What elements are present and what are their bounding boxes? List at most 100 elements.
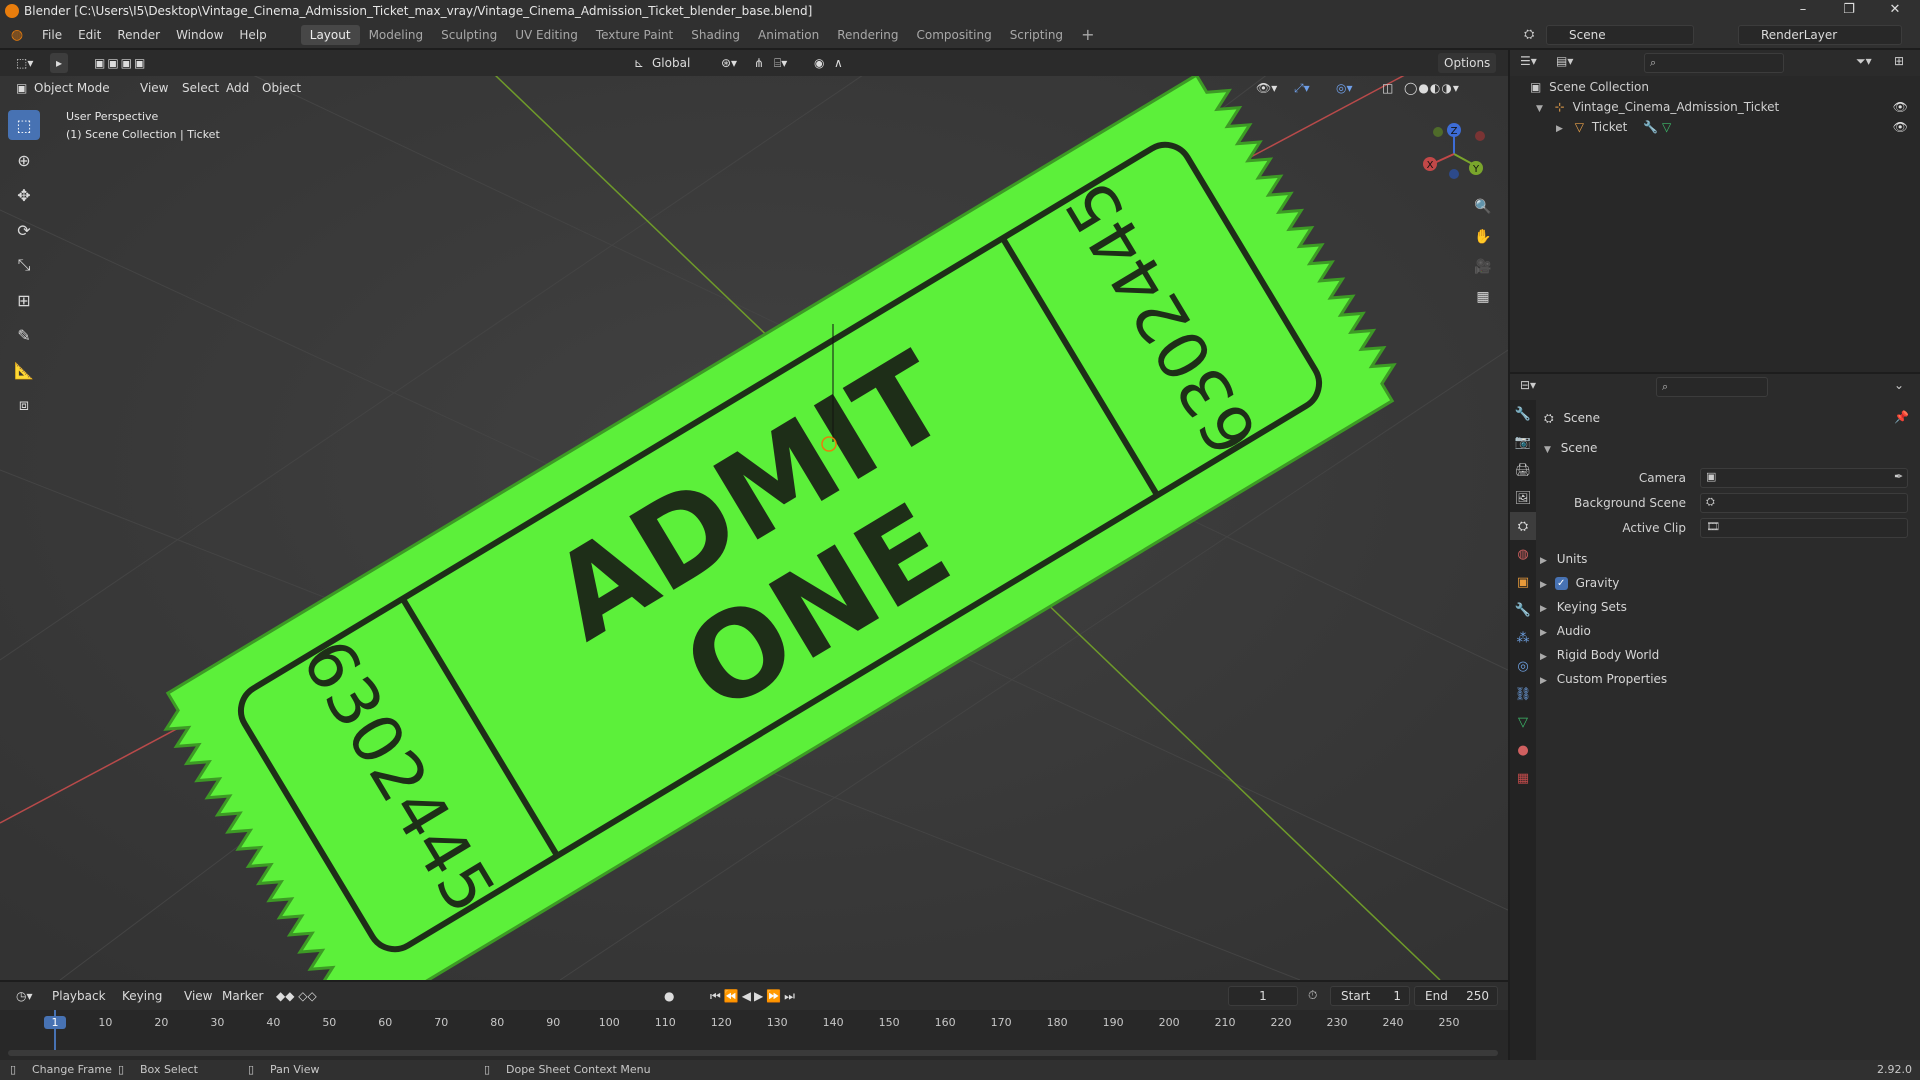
- rotate-tool-icon[interactable]: ⟳: [8, 215, 40, 245]
- navigation-gizmo[interactable]: Z Y X: [1410, 112, 1490, 192]
- active-clip-field[interactable]: [1700, 518, 1908, 538]
- move-tool-icon[interactable]: ✥: [8, 180, 40, 210]
- maximize-button[interactable]: ❐: [1826, 0, 1872, 22]
- outliner-search-input[interactable]: [1644, 53, 1784, 73]
- audio-panel[interactable]: ▶ Audio: [1540, 619, 1591, 643]
- tab-layout[interactable]: Layout: [300, 25, 360, 45]
- object-tab-icon[interactable]: ▣: [1510, 568, 1536, 596]
- annotate-tool-icon[interactable]: ✎: [8, 320, 40, 350]
- rigid-body-world-panel[interactable]: ▶ Rigid Body World: [1540, 643, 1659, 667]
- cursor-tool-icon[interactable]: ⊕: [8, 145, 40, 175]
- tab-scripting[interactable]: Scripting: [1001, 25, 1072, 45]
- menu-view[interactable]: View: [134, 78, 174, 98]
- menu-window[interactable]: Window: [168, 28, 231, 42]
- particles-tab-icon[interactable]: ⁂: [1510, 624, 1536, 652]
- display-mode-icon[interactable]: ▤▾: [1556, 54, 1573, 68]
- select-tool-icon[interactable]: ▸: [50, 53, 69, 73]
- menu-select[interactable]: Select: [176, 78, 225, 98]
- filter-icon[interactable]: ⏷▾: [1856, 54, 1872, 69]
- camera-view-icon[interactable]: 🎥: [1470, 254, 1496, 280]
- snap-icon[interactable]: ⋔: [748, 53, 770, 73]
- keyframe-icons[interactable]: ◆◆ ◇◇: [270, 986, 323, 1006]
- scale-tool-icon[interactable]: ⤡: [8, 250, 40, 280]
- options-dropdown[interactable]: Options: [1438, 53, 1497, 73]
- visibility-icon[interactable]: 👁▾: [1250, 78, 1283, 98]
- pivot-point-icon[interactable]: ⊛▾: [715, 53, 743, 73]
- selection-mode-icons[interactable]: ▣▣▣▣: [88, 53, 153, 73]
- properties-editor-icon[interactable]: ⊟▾: [1520, 378, 1536, 392]
- menu-keying[interactable]: Keying: [116, 986, 168, 1006]
- minimize-button[interactable]: –: [1780, 0, 1826, 22]
- playback-controls-icons[interactable]: ⏮⏪◀▶⏩⏭: [704, 986, 804, 1006]
- falloff-icon[interactable]: ∧: [828, 53, 849, 73]
- pin-icon[interactable]: 📌: [1894, 410, 1909, 424]
- tab-sculpting[interactable]: Sculpting: [432, 25, 506, 45]
- menu-render[interactable]: Render: [109, 28, 168, 42]
- expand-arrow-icon[interactable]: ▼: [1536, 104, 1543, 114]
- tab-shading[interactable]: Shading: [682, 25, 749, 45]
- tab-uv-editing[interactable]: UV Editing: [506, 25, 587, 45]
- tool-tab-icon[interactable]: 🔧: [1510, 400, 1536, 428]
- preview-range-icon[interactable]: ⏱: [1308, 988, 1317, 1003]
- menu-object[interactable]: Object: [256, 78, 307, 98]
- tab-texture-paint[interactable]: Texture Paint: [587, 25, 682, 45]
- outliner-editor-icon[interactable]: ☰▾: [1520, 54, 1537, 68]
- menu-file[interactable]: File: [34, 28, 70, 42]
- gizmo-toggle-icon[interactable]: ⤢▾: [1288, 78, 1316, 98]
- menu-add[interactable]: Add: [220, 78, 255, 98]
- menu-edit[interactable]: Edit: [70, 28, 109, 42]
- units-panel[interactable]: ▶ Units: [1540, 547, 1587, 571]
- tab-rendering[interactable]: Rendering: [828, 25, 907, 45]
- editor-type-icon[interactable]: ⬚▾: [10, 53, 39, 73]
- zoom-icon[interactable]: 🔍: [1470, 194, 1496, 220]
- data-tab-icon[interactable]: ▽: [1510, 708, 1536, 736]
- menu-help[interactable]: Help: [231, 28, 274, 42]
- menu-marker[interactable]: Marker: [216, 986, 269, 1006]
- add-cube-tool-icon[interactable]: ⧈: [8, 390, 40, 420]
- ortho-grid-icon[interactable]: ▦: [1470, 284, 1496, 310]
- blender-menu-icon[interactable]: ◍: [0, 27, 34, 43]
- pan-hand-icon[interactable]: ✋: [1470, 224, 1496, 250]
- gravity-checkbox[interactable]: ✓: [1554, 577, 1568, 590]
- scene-icon[interactable]: ⛭: [1524, 25, 1544, 45]
- auto-keying-icon[interactable]: ●: [658, 986, 680, 1006]
- texture-tab-icon[interactable]: ▦: [1510, 764, 1536, 792]
- properties-search-input[interactable]: [1656, 377, 1768, 397]
- select-box-tool-icon[interactable]: ⬚: [8, 110, 40, 140]
- eye-icon[interactable]: 👁: [1893, 100, 1908, 114]
- gravity-panel[interactable]: ▶ ✓ Gravity: [1540, 571, 1619, 595]
- scene-section-header[interactable]: ▼ Scene: [1544, 436, 1597, 460]
- custom-properties-panel[interactable]: ▶ Custom Properties: [1540, 667, 1667, 691]
- end-frame-field[interactable]: End 250: [1414, 986, 1498, 1006]
- xray-icon[interactable]: ◫: [1376, 78, 1399, 98]
- object-mode-dropdown[interactable]: Object Mode: [28, 78, 116, 98]
- shading-mode-icons[interactable]: ◯●◐◑▾: [1398, 78, 1466, 98]
- transform-tool-icon[interactable]: ⊞: [8, 285, 40, 315]
- overlay-toggle-icon[interactable]: ◎▾: [1330, 78, 1359, 98]
- material-tab-icon[interactable]: ●: [1510, 736, 1536, 764]
- menu-view[interactable]: View: [178, 986, 218, 1006]
- render-tab-icon[interactable]: 📷: [1510, 428, 1536, 456]
- constraints-tab-icon[interactable]: ⛓: [1510, 680, 1536, 708]
- renderlayer-selector[interactable]: RenderLayer: [1738, 25, 1902, 45]
- tab-modeling[interactable]: Modeling: [360, 25, 433, 45]
- timeline-scrollbar[interactable]: [8, 1050, 1498, 1056]
- outliner-row-ticket[interactable]: ▶ ▽ Ticket 🔧 ▽ 👁: [1556, 120, 1916, 134]
- scene-tab-icon[interactable]: ⛭: [1510, 512, 1536, 540]
- output-tab-icon[interactable]: 🖨: [1510, 456, 1536, 484]
- camera-field[interactable]: [1700, 468, 1908, 488]
- background-scene-field[interactable]: [1700, 493, 1908, 513]
- expand-arrow-icon[interactable]: ▶: [1556, 124, 1563, 134]
- measure-tool-icon[interactable]: 📐: [8, 355, 40, 385]
- menu-playback[interactable]: Playback: [46, 986, 112, 1006]
- outliner-row-collection[interactable]: ▼ ⊹ Vintage_Cinema_Admission_Ticket 👁: [1536, 100, 1916, 114]
- transform-orientation-dropdown[interactable]: Global: [646, 53, 696, 73]
- view-layer-tab-icon[interactable]: 🖼: [1510, 484, 1536, 512]
- tab-animation[interactable]: Animation: [749, 25, 828, 45]
- modifier-tab-icon[interactable]: 🔧: [1510, 596, 1536, 624]
- world-tab-icon[interactable]: ◍: [1510, 540, 1536, 568]
- 3d-viewport[interactable]: ADMIT ONE 6302445 6302445 ⬚▾ ▸ ▣▣▣▣ ⊾ Gl…: [0, 50, 1508, 980]
- outliner-row-scene-collection[interactable]: ▣ Scene Collection: [1530, 80, 1649, 94]
- snap-target-icon[interactable]: ⌸▾: [768, 53, 793, 73]
- add-workspace-icon[interactable]: +: [1072, 25, 1103, 45]
